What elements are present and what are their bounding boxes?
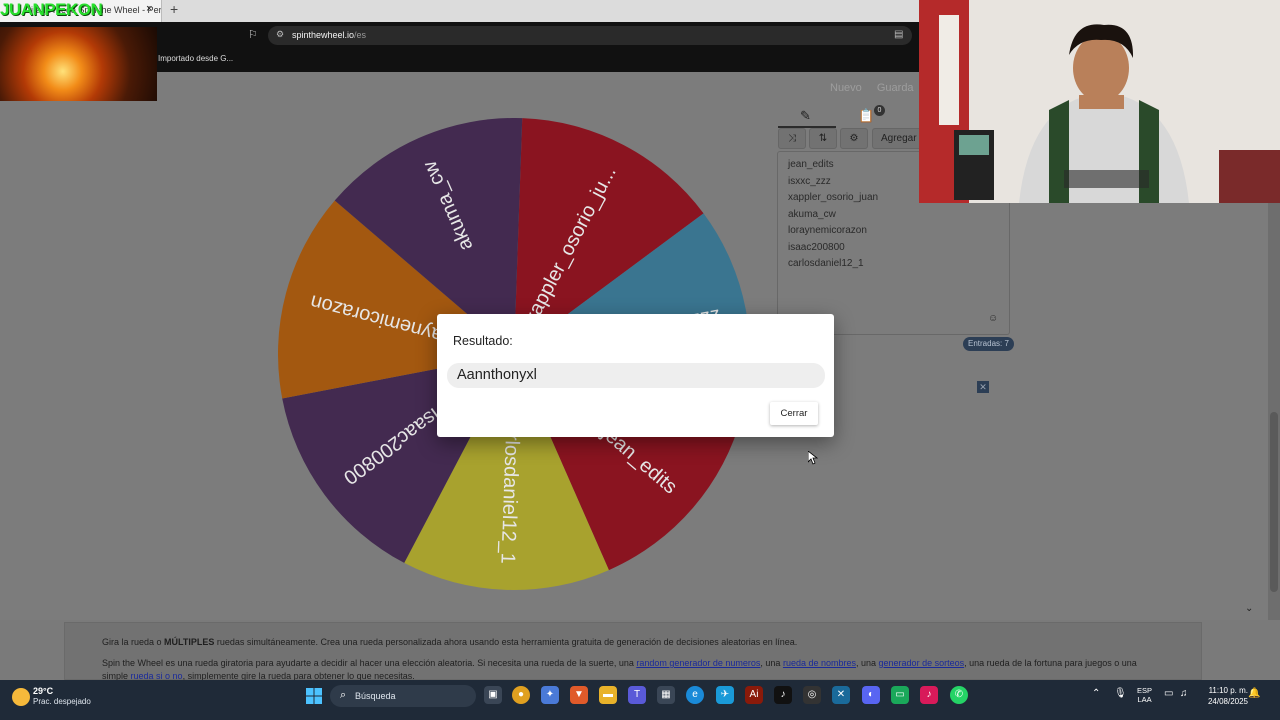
entry-item: xappler_osorio_juan: [788, 192, 879, 203]
shuffle-icon[interactable]: ⤨: [778, 128, 806, 149]
site-info-icon[interactable]: ⚙: [276, 29, 284, 40]
weather-temperature[interactable]: 29°C: [33, 686, 53, 696]
emoji-icon[interactable]: ☺: [988, 313, 998, 324]
tiktok-icon[interactable]: ♪: [774, 686, 792, 704]
mouse-cursor-icon: [808, 451, 818, 465]
result-dialog: Resultado: Aannthonyxl Cerrar: [437, 314, 834, 437]
input-language[interactable]: ESP LAA: [1137, 686, 1152, 704]
windows-taskbar: 29°C Prac. despejado ⌕ Búsqueda ▣ ● ✦ ▼ …: [0, 680, 1280, 720]
tab-edit-pencil-icon[interactable]: ✎: [800, 108, 811, 124]
edge-icon[interactable]: e: [686, 686, 704, 704]
notifications-bell-icon[interactable]: 🔔: [1248, 688, 1260, 699]
taskbar-search[interactable]: ⌕ Búsqueda: [330, 685, 476, 707]
description-line-2: Spin the Wheel es una rueda giratoria pa…: [102, 658, 1137, 668]
reader-mode-icon[interactable]: ▤: [894, 29, 903, 40]
chat-app-icon[interactable]: ▭: [891, 686, 909, 704]
results-badge: 0: [874, 105, 885, 116]
sort-icon[interactable]: ⇅: [809, 128, 837, 149]
weather-sun-icon[interactable]: [12, 688, 30, 706]
adobe-illustrator-icon[interactable]: Ai: [745, 686, 763, 704]
bookmark-icon[interactable]: ⚐: [248, 28, 258, 41]
discord-icon[interactable]: ◐: [862, 686, 880, 704]
entries-count-badge: Entradas: 7: [963, 337, 1014, 351]
entry-item: isaac200800: [788, 242, 845, 253]
entry-item: jean_edits: [788, 159, 834, 170]
new-wheel-button[interactable]: Nuevo: [830, 82, 862, 94]
capcut-icon[interactable]: ✕: [832, 686, 850, 704]
tray-overflow-icon[interactable]: ⌃: [1092, 688, 1100, 699]
fire-overlay-image: [0, 27, 157, 101]
result-value: Aannthonyxl: [447, 363, 825, 388]
new-tab-button[interactable]: +: [170, 1, 178, 17]
search-icon: ⌕: [340, 689, 347, 701]
streamer-name-overlay: JUANPEKON: [0, 0, 103, 19]
weather-description[interactable]: Prac. despejado: [33, 697, 91, 706]
panel-tabs: ✎ 📋 0: [778, 104, 920, 128]
save-wheel-button[interactable]: Guarda: [877, 82, 914, 94]
brave-browser-icon[interactable]: ▼: [570, 686, 588, 704]
address-bar[interactable]: ⚙ spinthewheel.io/es ▤: [268, 26, 912, 45]
entry-item: akuma_cw: [788, 209, 836, 220]
tab-results-clipboard-icon[interactable]: 📋: [858, 108, 874, 124]
gear-icon[interactable]: ⚙: [840, 128, 868, 149]
windows-start-icon[interactable]: [306, 688, 322, 704]
close-icon[interactable]: ✕: [977, 381, 989, 393]
search-placeholder: Búsqueda: [355, 691, 396, 701]
obs-icon[interactable]: ◎: [803, 686, 821, 704]
description-section: Gira la rueda o MÚLTIPLES ruedas simultá…: [64, 622, 1202, 681]
bookmark-folder-imported[interactable]: Importado desde G...: [158, 54, 233, 63]
url-text: spinthewheel.io/es: [292, 30, 367, 40]
top-actions: Nuevo Guarda: [830, 82, 926, 94]
tab-close-icon[interactable]: ×: [146, 3, 152, 15]
twitter-icon[interactable]: ✈: [716, 686, 734, 704]
entry-item: isxxc_zzz: [788, 176, 831, 187]
description-line-1: Gira la rueda o MÚLTIPLES ruedas simultá…: [102, 637, 798, 647]
entry-item: loraynemicorazon: [788, 225, 867, 236]
scroll-down-icon[interactable]: ⌄: [1245, 603, 1253, 614]
scroll-thumb[interactable]: [1270, 412, 1278, 592]
whatsapp-icon[interactable]: ✆: [950, 686, 968, 704]
link-random-numbers[interactable]: random generador de numeros: [636, 658, 760, 668]
network-icon[interactable]: ▭: [1164, 688, 1173, 699]
microphone-icon[interactable]: 🎙: [1114, 688, 1127, 699]
teams-icon[interactable]: T: [628, 686, 646, 704]
copilot-icon[interactable]: ✦: [541, 686, 559, 704]
chrome-icon[interactable]: ●: [512, 686, 530, 704]
close-dialog-button[interactable]: Cerrar: [770, 402, 818, 425]
dialog-title: Resultado:: [453, 334, 513, 348]
task-view-icon[interactable]: ▣: [484, 686, 502, 704]
link-name-wheel[interactable]: rueda de nombres: [783, 658, 856, 668]
volume-icon[interactable]: ♫: [1180, 688, 1188, 699]
webcam-feed: [919, 0, 1280, 203]
file-explorer-icon[interactable]: ▬: [599, 686, 617, 704]
link-raffle[interactable]: generador de sorteos: [879, 658, 965, 668]
clock[interactable]: 11:10 p. m. 24/08/2025: [1198, 685, 1248, 707]
browser-tabstrip: Gira la rueda Spin the Wheel - Personali…: [0, 0, 920, 22]
store-icon[interactable]: ▦: [657, 686, 675, 704]
entry-item: carlosdaniel12_1: [788, 258, 864, 269]
tiktok-live-icon[interactable]: ♪: [920, 686, 938, 704]
